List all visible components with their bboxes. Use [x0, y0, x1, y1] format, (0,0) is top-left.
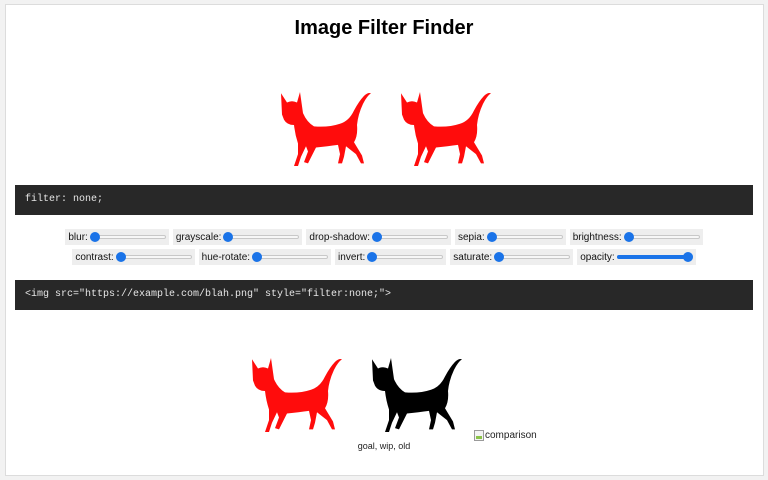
opacity-slider[interactable]	[616, 252, 693, 262]
brightness-label: brightness:	[572, 231, 622, 243]
invert-control: invert:	[335, 249, 447, 265]
broken-image-alt-text: comparison	[485, 430, 537, 441]
wip-cat-image	[401, 91, 491, 167]
contrast-control: contrast:	[72, 249, 195, 265]
contrast-slider[interactable]	[115, 252, 192, 262]
saturate-slider[interactable]	[494, 252, 571, 262]
opacity-control: opacity:	[577, 249, 696, 265]
invert-label: invert:	[338, 251, 366, 263]
comparison-caption: goal, wip, old	[357, 441, 411, 451]
css-filter-output[interactable]: filter: none;	[15, 185, 753, 215]
html-snippet-output[interactable]: <img src="https://example.com/blah.png" …	[15, 280, 753, 310]
contrast-label: contrast:	[75, 251, 114, 263]
grayscale-slider[interactable]	[223, 232, 300, 242]
blur-label: blur:	[68, 231, 88, 243]
drop-shadow-label: drop-shadow:	[309, 231, 370, 243]
sepia-control: sepia:	[455, 229, 566, 245]
old-comparison-cat	[372, 357, 462, 433]
drop-shadow-slider[interactable]	[372, 232, 448, 242]
hue-rotate-slider[interactable]	[252, 252, 329, 262]
brightness-slider[interactable]	[623, 232, 700, 242]
sepia-slider[interactable]	[486, 232, 563, 242]
filter-controls-row-2: contrast: hue-rotate: invert: saturate: …	[0, 249, 768, 265]
grayscale-control: grayscale:	[172, 229, 303, 245]
filter-controls-row-1: blur: grayscale: drop-shadow: sepia: bri…	[0, 229, 768, 245]
hue-rotate-label: hue-rotate:	[201, 251, 251, 263]
page-title: Image Filter Finder	[294, 17, 474, 39]
grayscale-label: grayscale:	[175, 231, 222, 243]
brightness-control: brightness:	[569, 229, 703, 245]
sepia-label: sepia:	[458, 231, 485, 243]
opacity-label: opacity:	[580, 251, 615, 263]
invert-slider[interactable]	[367, 252, 444, 262]
blur-slider[interactable]	[89, 232, 166, 242]
saturate-control: saturate:	[450, 249, 574, 265]
hue-rotate-control: hue-rotate:	[198, 249, 332, 265]
saturate-label: saturate:	[453, 251, 493, 263]
broken-comparison-image: comparison	[474, 430, 537, 441]
blur-control: blur:	[65, 229, 169, 245]
drop-shadow-control: drop-shadow:	[306, 229, 451, 245]
goal-comparison-cat	[252, 357, 342, 433]
goal-cat-image	[281, 91, 371, 167]
broken-image-icon	[474, 430, 484, 441]
